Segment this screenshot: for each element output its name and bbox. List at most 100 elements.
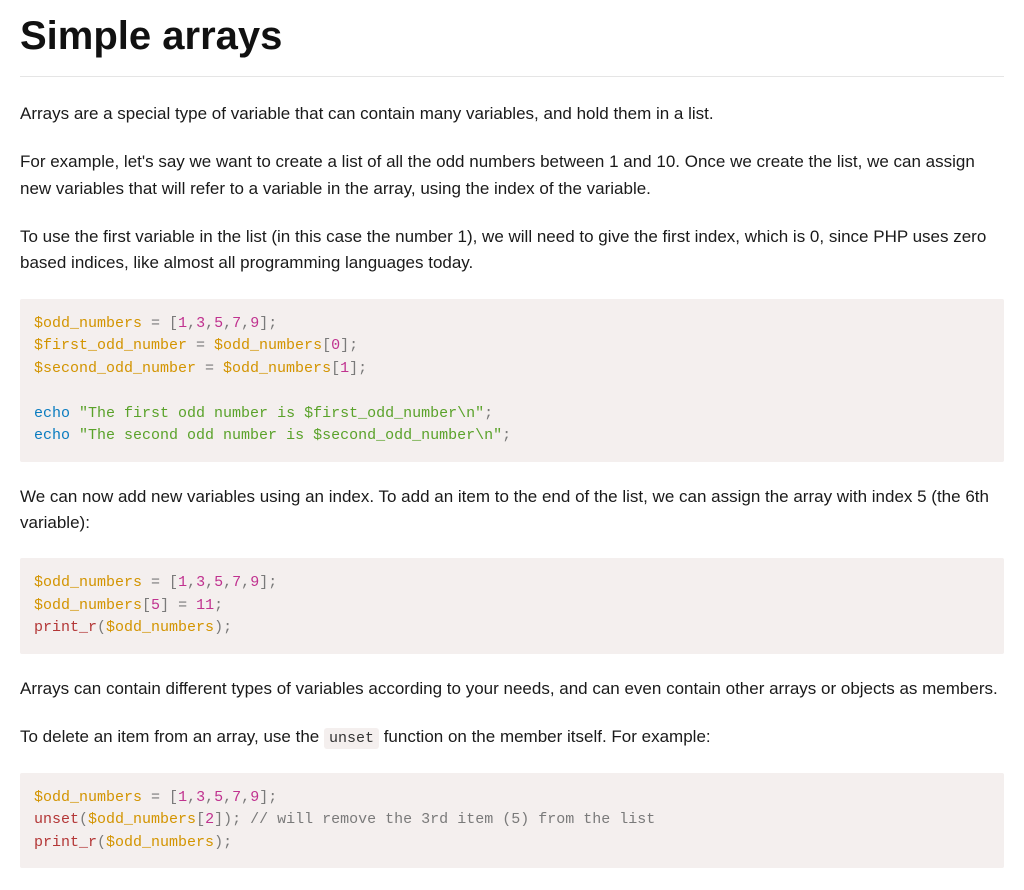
code-fn: print_r [34,619,97,636]
code-string: "The first odd number is $first_odd_numb… [79,405,484,422]
code-num: 9 [250,789,259,806]
code-num: 7 [232,789,241,806]
code-var: $odd_numbers [34,789,142,806]
code-op: = [196,360,223,377]
code-punc: ; [223,619,232,636]
code-num: 5 [214,315,223,332]
code-punc: , [241,789,250,806]
code-punc: ] [259,789,268,806]
code-var: $odd_numbers [34,597,142,614]
code-num: 1 [178,574,187,591]
code-punc: [ [331,360,340,377]
code-num: 11 [196,597,214,614]
code-punc: , [205,789,214,806]
code-punc: [ [169,789,178,806]
code-fn: print_r [34,834,97,851]
inline-code: unset [324,728,379,749]
code-block-1: $odd_numbers = [1,3,5,7,9]; $first_odd_n… [20,299,1004,462]
code-punc: [ [142,597,151,614]
code-op: = [142,315,169,332]
code-num: 7 [232,315,241,332]
code-punc: [ [196,811,205,828]
paragraph: Arrays are a special type of variable th… [20,101,1004,127]
code-punc: ; [349,337,358,354]
code-punc: ; [232,811,241,828]
paragraph-text: To delete an item from an array, use the [20,727,324,746]
paragraph: Arrays can contain different types of va… [20,676,1004,702]
code-string: "The second odd number is $second_odd_nu… [79,427,502,444]
paragraph: For example, let's say we want to create… [20,149,1004,202]
code-comment: // will remove the 3rd item (5) from the… [250,811,655,828]
code-punc: ] [160,597,169,614]
code-op: = [187,337,214,354]
code-num: 9 [250,315,259,332]
code-num: 1 [178,789,187,806]
code-num: 3 [196,789,205,806]
code-num: 5 [214,574,223,591]
code-punc: ; [358,360,367,377]
paragraph-text: function on the member itself. For examp… [379,727,711,746]
code-punc: ; [214,597,223,614]
code-num: 1 [178,315,187,332]
code-num: 1 [340,360,349,377]
code-op: = [169,597,196,614]
code-punc: ) [223,811,232,828]
code-punc: , [187,315,196,332]
paragraph: We can now add new variables using an in… [20,484,1004,537]
code-var: $second_odd_number [34,360,196,377]
code-punc: [ [322,337,331,354]
code-punc: , [205,574,214,591]
code-punc: ( [79,811,88,828]
code-punc: ; [223,834,232,851]
code-punc: , [241,574,250,591]
code-num: 2 [205,811,214,828]
code-op: = [142,574,169,591]
code-punc: ] [349,360,358,377]
code-var: $odd_numbers [106,834,214,851]
code-punc: , [187,789,196,806]
code-num: 0 [331,337,340,354]
code-num: 3 [196,574,205,591]
code-punc: , [241,315,250,332]
code-var: $odd_numbers [106,619,214,636]
paragraph: To use the first variable in the list (i… [20,224,1004,277]
code-punc: ] [340,337,349,354]
page-title: Simple arrays [20,6,1004,77]
code-num: 5 [151,597,160,614]
code-var: $odd_numbers [223,360,331,377]
code-keyword: echo [34,427,70,444]
code-punc: , [223,789,232,806]
code-var: $odd_numbers [34,574,142,591]
code-punc: [ [169,315,178,332]
code-var: $odd_numbers [34,315,142,332]
paragraph: To delete an item from an array, use the… [20,724,1004,750]
code-punc: , [187,574,196,591]
code-num: 9 [250,574,259,591]
code-punc: ) [214,619,223,636]
code-num: 5 [214,789,223,806]
code-punc: ( [97,834,106,851]
code-punc: ] [259,574,268,591]
code-punc: ; [268,315,277,332]
code-punc: ; [268,574,277,591]
code-punc: , [223,574,232,591]
code-num: 7 [232,574,241,591]
code-var: $first_odd_number [34,337,187,354]
code-num: 3 [196,315,205,332]
code-punc: [ [169,574,178,591]
code-punc: ( [97,619,106,636]
code-punc: ; [502,427,511,444]
code-punc: ) [214,834,223,851]
code-punc: , [223,315,232,332]
code-var: $odd_numbers [214,337,322,354]
code-fn: unset [34,811,79,828]
code-punc: , [205,315,214,332]
code-block-2: $odd_numbers = [1,3,5,7,9]; $odd_numbers… [20,558,1004,654]
code-block-3: $odd_numbers = [1,3,5,7,9]; unset($odd_n… [20,773,1004,869]
code-keyword: echo [34,405,70,422]
code-punc: ; [268,789,277,806]
code-punc: ] [214,811,223,828]
code-var: $odd_numbers [88,811,196,828]
code-punc: ; [484,405,493,422]
code-punc: ] [259,315,268,332]
